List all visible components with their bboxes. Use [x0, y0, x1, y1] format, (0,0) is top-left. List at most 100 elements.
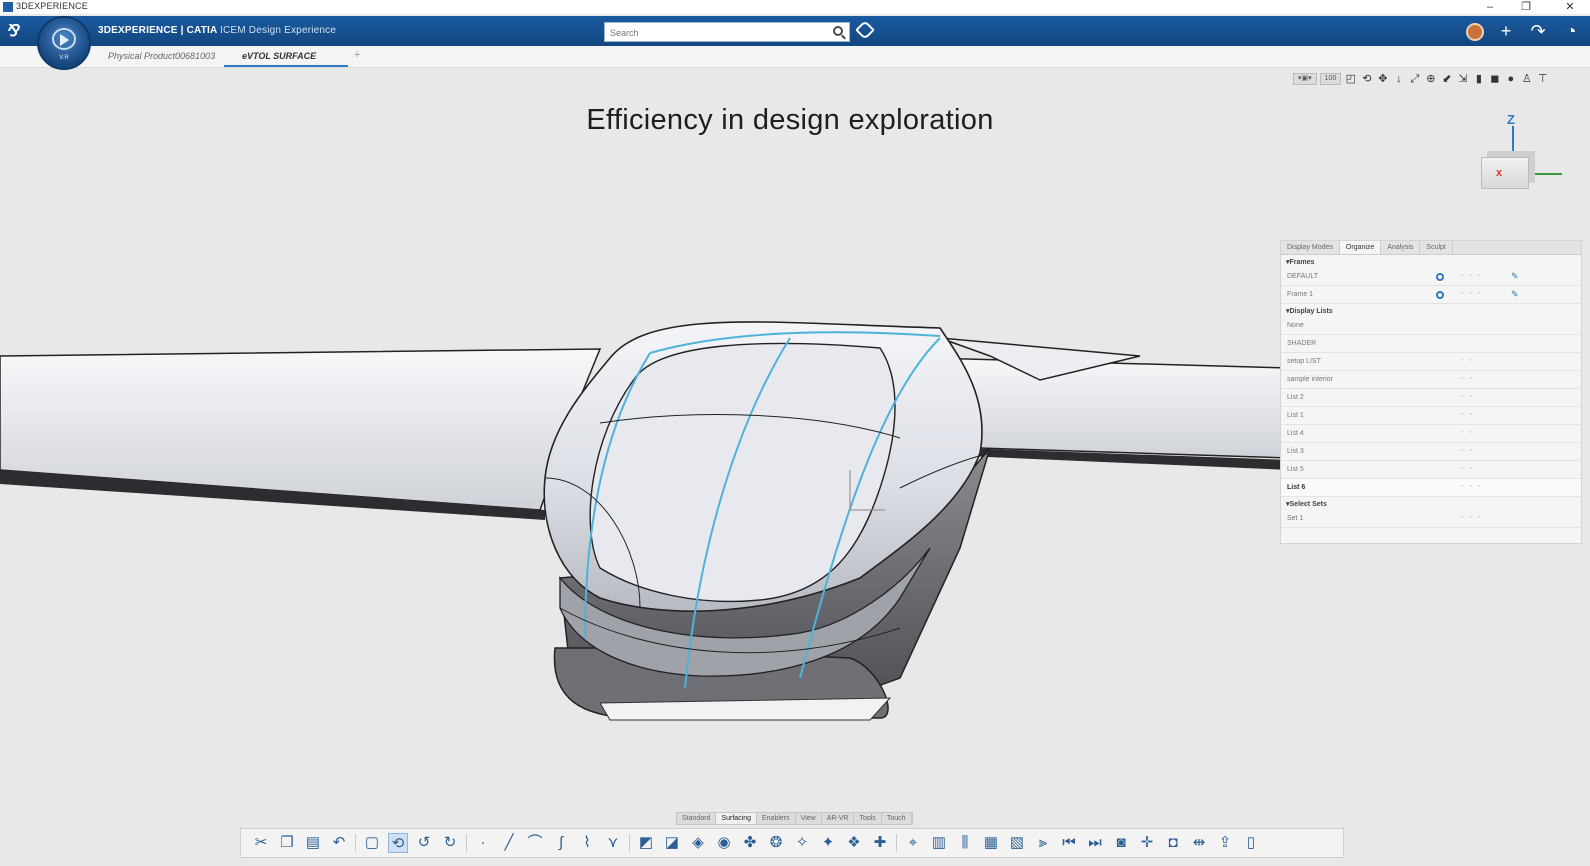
visibility-controls[interactable]: ◦ ◦: [1461, 393, 1474, 400]
display-icon[interactable]: ▮: [1472, 73, 1485, 86]
shading-icon[interactable]: ▦: [981, 833, 1001, 853]
tab-standard[interactable]: Standard: [677, 813, 717, 824]
offset-icon[interactable]: ✤: [740, 833, 760, 853]
bridge-curve-icon[interactable]: ⋎: [603, 833, 623, 853]
trim-icon[interactable]: ✦: [818, 833, 838, 853]
zoom-icon[interactable]: ⊕: [1424, 73, 1437, 86]
tab-analysis[interactable]: Analysis: [1381, 241, 1421, 254]
visibility-controls[interactable]: ◦ ◦: [1461, 357, 1474, 364]
tab-enablers[interactable]: Enablers: [757, 813, 796, 824]
visibility-controls[interactable]: ◦ ◦: [1461, 411, 1474, 418]
edit-icon[interactable]: ✎: [1511, 289, 1519, 300]
paste-icon[interactable]: ▤: [303, 833, 323, 853]
export-icon[interactable]: ⇪: [1215, 833, 1235, 853]
cut-icon[interactable]: ✂: [251, 833, 271, 853]
measure-icon[interactable]: ⌖: [903, 833, 923, 853]
share-icon[interactable]: ↷: [1527, 20, 1549, 42]
maximize-button[interactable]: ❐: [1516, 0, 1536, 14]
extrapolate-icon[interactable]: ✧: [792, 833, 812, 853]
mirror-icon[interactable]: ⫸: [1033, 833, 1053, 853]
frame-row[interactable]: DEFAULT ◦ ◦ ◦ ✎: [1281, 268, 1581, 286]
expand-icon[interactable]: ⇲: [1456, 73, 1469, 86]
3d-viewport[interactable]: Efficiency in design exploration ▾▣▾ 100…: [0, 68, 1590, 866]
minimize-button[interactable]: –: [1480, 0, 1500, 14]
visibility-controls[interactable]: ◦ ◦ ◦: [1461, 272, 1482, 279]
evtol-model[interactable]: [0, 248, 1290, 748]
plus-icon[interactable]: +: [1495, 20, 1517, 42]
tag-icon[interactable]: [855, 20, 875, 40]
redo-arrow-icon[interactable]: ↻: [440, 833, 460, 853]
frame-row[interactable]: Frame 1 ◦ ◦ ◦ ✎: [1281, 286, 1581, 304]
display-list-row[interactable]: List 5 ◦ ◦: [1281, 461, 1581, 479]
curve-icon[interactable]: ∫: [551, 833, 571, 853]
tab-evtol-surface[interactable]: eVTOL SURFACE: [242, 51, 316, 61]
sphere-icon[interactable]: ●: [1504, 73, 1517, 86]
tripod-icon[interactable]: ⊤: [1536, 73, 1549, 86]
display-list-row[interactable]: None: [1281, 317, 1581, 335]
camera-icon[interactable]: ◘: [1163, 833, 1183, 853]
fill-surface-icon[interactable]: ◪: [662, 833, 682, 853]
camera-icon[interactable]: ◰: [1344, 73, 1357, 86]
display-list-row[interactable]: List 3 ◦ ◦: [1281, 443, 1581, 461]
pan-icon[interactable]: ✥: [1376, 73, 1389, 86]
tab-display-modes[interactable]: Display Modes: [1281, 241, 1340, 254]
sweep-icon[interactable]: ◈: [688, 833, 708, 853]
rotate-icon[interactable]: ⟲: [1360, 73, 1373, 86]
tab-sculpt[interactable]: Sculpt: [1420, 241, 1453, 254]
section-icon[interactable]: ⫼: [955, 833, 975, 853]
ds-logo-icon[interactable]: ⅋: [6, 21, 28, 41]
light-icon[interactable]: ♙: [1520, 73, 1533, 86]
view-cube[interactable]: x: [1481, 157, 1529, 189]
display-list-row[interactable]: List 1 ◦ ◦: [1281, 407, 1581, 425]
display-list-row[interactable]: SHADER: [1281, 335, 1581, 353]
fit-all-icon[interactable]: ⤢: [1408, 73, 1421, 86]
move-icon[interactable]: ✛: [1137, 833, 1157, 853]
rewind-icon[interactable]: ⏮: [1059, 833, 1079, 853]
frames-header[interactable]: ▾Frames: [1281, 255, 1581, 268]
visibility-controls[interactable]: ◦ ◦ ◦: [1461, 290, 1482, 297]
tab-ar-vr[interactable]: AR-VR: [822, 813, 855, 824]
match-icon[interactable]: ❖: [844, 833, 864, 853]
grid-icon[interactable]: ▧: [1007, 833, 1027, 853]
search-box[interactable]: [604, 22, 850, 42]
normal-view-icon[interactable]: ⬋: [1440, 73, 1453, 86]
view-mode-pill[interactable]: ▾▣▾: [1293, 73, 1317, 85]
clipboard-icon[interactable]: ▯: [1241, 833, 1261, 853]
edit-icon[interactable]: ✎: [1511, 271, 1519, 282]
tab-view[interactable]: View: [796, 813, 822, 824]
visibility-controls[interactable]: ◦ ◦: [1461, 375, 1474, 382]
line-icon[interactable]: ╱: [499, 833, 519, 853]
blend-icon[interactable]: ◉: [714, 833, 734, 853]
close-button[interactable]: ✕: [1560, 0, 1580, 14]
tab-touch[interactable]: Touch: [882, 813, 912, 824]
visibility-controls[interactable]: ◦ ◦: [1461, 447, 1474, 454]
undo-icon[interactable]: ↶: [329, 833, 349, 853]
help-icon[interactable]: ◔: [1560, 20, 1582, 42]
visibility-controls[interactable]: ◦ ◦: [1461, 465, 1474, 472]
fillet-icon[interactable]: ❂: [766, 833, 786, 853]
select-set-row[interactable]: Set 1 ◦ ◦ ◦: [1281, 510, 1581, 528]
arc-icon[interactable]: ⌒: [525, 833, 545, 853]
edit-surface-icon[interactable]: ✚: [870, 833, 890, 853]
fast-forward-icon[interactable]: ⏭: [1085, 833, 1105, 853]
undo-arrow-icon[interactable]: ↺: [414, 833, 434, 853]
select-icon[interactable]: ▢: [362, 833, 382, 853]
user-avatar[interactable]: [1466, 23, 1484, 41]
visibility-controls[interactable]: ◦ ◦ ◦: [1461, 514, 1482, 521]
visibility-controls[interactable]: ◦ ◦ ◦: [1461, 483, 1482, 490]
zoom-level[interactable]: 100: [1319, 73, 1342, 85]
display-list-row[interactable]: List 4 ◦ ◦: [1281, 425, 1581, 443]
arrow-down-icon[interactable]: ↓: [1392, 73, 1405, 86]
snap-icon[interactable]: ⟲: [388, 833, 408, 853]
tab-tools[interactable]: Tools: [854, 813, 882, 824]
display-list-row[interactable]: setup LIST ◦ ◦: [1281, 353, 1581, 371]
compass-widget[interactable]: V.R: [37, 16, 91, 70]
tab-surfacing[interactable]: Surfacing: [716, 813, 757, 824]
visibility-controls[interactable]: ◦ ◦: [1461, 429, 1474, 436]
surface-icon[interactable]: ◩: [636, 833, 656, 853]
tab-physical-product[interactable]: Physical Product00681003: [108, 51, 215, 61]
spline-icon[interactable]: ⌇: [577, 833, 597, 853]
tab-organize[interactable]: Organize: [1339, 241, 1382, 254]
display-list-row[interactable]: sample interior ◦ ◦: [1281, 371, 1581, 389]
active-frame-icon[interactable]: [1436, 291, 1444, 299]
